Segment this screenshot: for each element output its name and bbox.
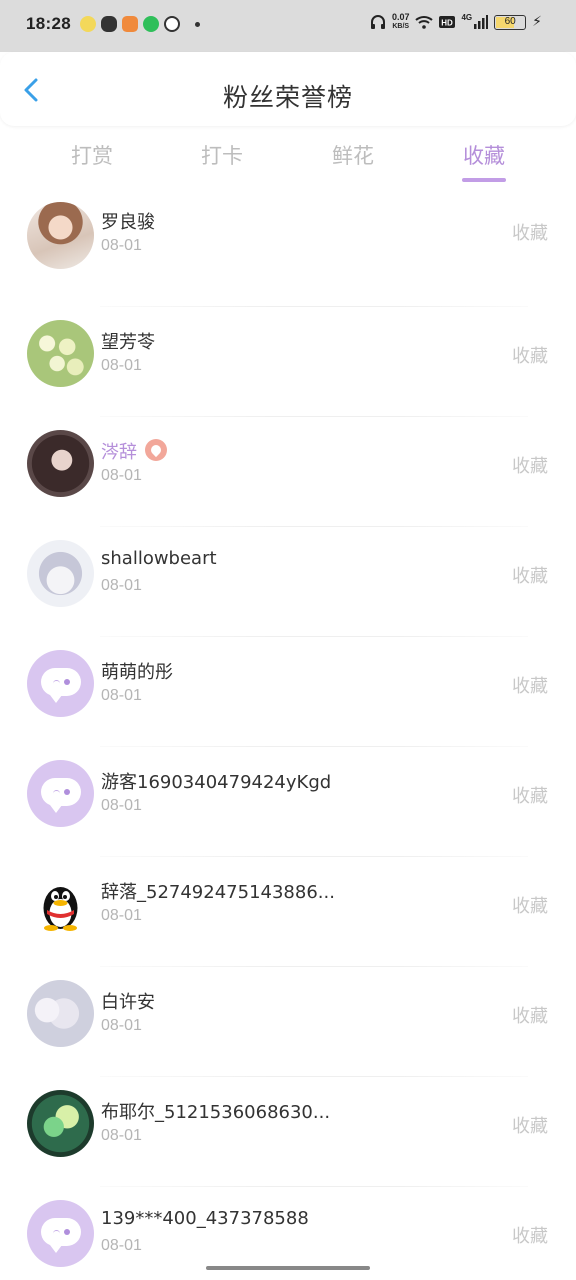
- fan-action-label: 收藏: [512, 896, 548, 917]
- divider: [100, 526, 528, 527]
- k-app-icon: [164, 16, 180, 32]
- hd-icon: HD: [439, 16, 456, 28]
- avatar: [27, 320, 94, 387]
- notification-icons: [80, 16, 200, 32]
- divider: [100, 1076, 528, 1077]
- signal-icon: [474, 15, 489, 29]
- fan-name: 白许安: [101, 992, 155, 1013]
- fan-name: 罗良骏: [101, 212, 155, 233]
- fan-action-label: 收藏: [512, 346, 548, 367]
- fan-name: 139***400_437378588: [101, 1208, 309, 1229]
- fan-date: 08-01: [101, 1237, 142, 1254]
- default-avatar-icon: [27, 1200, 94, 1267]
- battery-level: 60: [504, 15, 516, 27]
- avatar: [27, 540, 94, 607]
- status-time: 18:28: [26, 14, 71, 33]
- list-item[interactable]: shallowbeart 08-01 收藏: [0, 526, 576, 636]
- svg-text:HD: HD: [442, 19, 454, 28]
- app-notification-icon: [122, 16, 138, 32]
- battery-icon: 60: [494, 14, 527, 30]
- default-avatar-icon: [27, 650, 94, 717]
- fan-name: 辞落_527492475143886...: [101, 882, 335, 903]
- headphones-icon: [370, 15, 385, 29]
- network-type: 4G: [461, 12, 473, 22]
- wifi-icon: [415, 16, 434, 29]
- tab-favorites[interactable]: 收藏: [424, 140, 544, 170]
- divider: [100, 1186, 528, 1187]
- fan-name: 望芳苓: [101, 332, 155, 353]
- divider: [100, 746, 528, 747]
- fan-name: shallowbeart: [101, 548, 217, 569]
- fan-name: 布耶尔_5121536068630...: [101, 1102, 331, 1123]
- network-speed-value: 0.07: [391, 12, 410, 22]
- system-indicators: 0.07 KB/S HD 4G 60 ⚡: [370, 13, 542, 31]
- divider: [100, 966, 528, 967]
- fan-date: 08-01: [101, 687, 142, 704]
- tab-bar: 打赏 打卡 鲜花 收藏: [0, 140, 576, 186]
- fan-date: 08-01: [101, 467, 142, 484]
- network-speed-unit: KB/S: [392, 23, 410, 30]
- default-avatar-icon: [27, 760, 94, 827]
- page-header: 粉丝荣誉榜: [0, 52, 576, 126]
- avatar: [27, 202, 94, 269]
- divider: [100, 636, 528, 637]
- network-speed: 0.07 KB/S: [392, 13, 410, 31]
- list-item[interactable]: 游客1690340479424yKgd 08-01 收藏: [0, 746, 576, 856]
- divider: [100, 306, 528, 307]
- list-item[interactable]: 布耶尔_5121536068630... 08-01 收藏: [0, 1076, 576, 1186]
- list-item[interactable]: 望芳苓 08-01 收藏: [0, 306, 576, 416]
- fan-action-label: 收藏: [512, 1116, 548, 1137]
- divider: [100, 856, 528, 857]
- list-item[interactable]: 辞落_527492475143886... 08-01 收藏: [0, 856, 576, 966]
- fan-action-label: 收藏: [512, 456, 548, 477]
- fan-action-label: 收藏: [512, 223, 548, 244]
- status-bar: 18:28 0.07 KB/S HD 4G 60 ⚡: [0, 0, 576, 52]
- fan-action-label: 收藏: [512, 786, 548, 807]
- more-notifications-dot: [195, 21, 200, 27]
- page-title: 粉丝荣誉榜: [222, 83, 353, 112]
- home-indicator[interactable]: [206, 1266, 370, 1270]
- app-notification-icon: [80, 16, 96, 32]
- fan-action-label: 收藏: [512, 1006, 548, 1027]
- fan-date: 08-01: [101, 907, 142, 924]
- avatar: [27, 980, 94, 1047]
- fan-name: 萌萌的彤: [101, 662, 173, 683]
- fan-date: 08-01: [101, 237, 142, 254]
- active-tab-indicator: [462, 178, 506, 182]
- fan-action-label: 收藏: [512, 566, 548, 587]
- avatar: [27, 430, 94, 497]
- avatar: [27, 1090, 94, 1157]
- fan-date: 08-01: [101, 357, 142, 374]
- fan-list: 罗良骏 08-01 收藏 望芳苓 08-01 收藏 涔辞 08-01 收藏 sh…: [0, 196, 576, 1280]
- tab-flowers[interactable]: 鲜花: [293, 140, 413, 170]
- fan-date: 08-01: [101, 577, 142, 594]
- wechat-icon: [101, 16, 117, 32]
- vip-badge-icon: [145, 439, 167, 461]
- qq-penguin-icon: [27, 870, 94, 937]
- fan-date: 08-01: [101, 1127, 142, 1144]
- fan-date: 08-01: [101, 797, 142, 814]
- list-item[interactable]: 罗良骏 08-01 收藏: [0, 196, 576, 306]
- chat-app-icon: [143, 16, 159, 32]
- list-item[interactable]: 萌萌的彤 08-01 收藏: [0, 636, 576, 746]
- tab-checkin[interactable]: 打卡: [162, 140, 282, 170]
- fan-name: 游客1690340479424yKgd: [101, 772, 332, 793]
- divider: [100, 416, 528, 417]
- fan-name-text: 涔辞: [101, 442, 137, 463]
- charging-icon: ⚡: [532, 14, 542, 30]
- fan-date: 08-01: [101, 1017, 142, 1034]
- fan-name: 涔辞: [101, 438, 167, 464]
- tab-reward[interactable]: 打赏: [32, 140, 152, 170]
- list-item[interactable]: 白许安 08-01 收藏: [0, 966, 576, 1076]
- fan-action-label: 收藏: [512, 1226, 548, 1247]
- list-item[interactable]: 涔辞 08-01 收藏: [0, 416, 576, 526]
- fan-action-label: 收藏: [512, 676, 548, 697]
